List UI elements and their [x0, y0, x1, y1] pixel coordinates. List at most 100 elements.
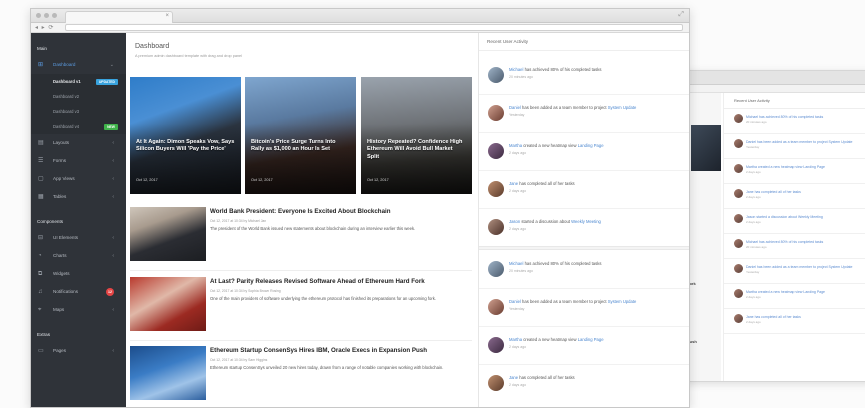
- article-thumbnail[interactable]: [130, 277, 206, 331]
- activity-user-link[interactable]: Michael: [509, 67, 523, 72]
- activity-item[interactable]: Jane has completed all of her tasks 2 day…: [479, 365, 689, 403]
- article-excerpt: The president of the World Bank issued n…: [210, 226, 416, 231]
- featured-title[interactable]: At It Again: Dimon Speaks Vow, Says Sili…: [136, 139, 235, 154]
- article-title[interactable]: World Bank President: Everyone Is Excite…: [210, 208, 391, 215]
- avatar[interactable]: [488, 219, 504, 235]
- sidebar-item-label: Notifications: [53, 289, 79, 294]
- sidebar-item-label: Tables: [53, 194, 67, 199]
- avatar[interactable]: [488, 337, 504, 353]
- activity-item[interactable]: Daniel has been added as a team member t…: [479, 289, 689, 327]
- window-icon: ▢: [38, 176, 44, 182]
- activity-item[interactable]: Daniel has been added as a team member t…: [479, 95, 689, 133]
- secondary-activity-panel: Recent User Activity Michael has achieve…: [723, 93, 865, 381]
- avatar[interactable]: [488, 261, 504, 277]
- sidebar-subitem-dashboard-v4[interactable]: Dashboard v4 NEW: [31, 119, 126, 134]
- featured-card[interactable]: At It Again: Dimon Speaks Vow, Says Sili…: [130, 77, 241, 194]
- activity-user-link[interactable]: Daniel: [509, 105, 521, 110]
- avatar: [734, 189, 743, 198]
- avatar[interactable]: [488, 143, 504, 159]
- secondary-activity-timestamp: 2 days ago: [746, 195, 761, 199]
- secondary-activity-item: Michael has achieved 80% of his complete…: [724, 109, 865, 134]
- sidebar-item-forms[interactable]: ☰ Forms ‹: [31, 152, 126, 170]
- sidebar-subitem-label: Dashboard v3: [53, 109, 80, 114]
- activity-target-link[interactable]: Landing Page: [578, 143, 604, 148]
- sidebar-item-notifications[interactable]: ♫ Notifications 12: [31, 283, 126, 301]
- activity-target-link[interactable]: System Update: [608, 299, 637, 304]
- activity-item[interactable]: Martha created a new heatmap view Landin…: [479, 133, 689, 171]
- url-input[interactable]: [65, 24, 683, 31]
- status-badge: UPDATED: [95, 79, 118, 85]
- sidebar-item-widgets[interactable]: ⧉ Widgets: [31, 265, 126, 283]
- activity-user-link[interactable]: Jane: [509, 181, 518, 186]
- avatar[interactable]: [488, 67, 504, 83]
- activity-target-link[interactable]: Weekly Meeting: [571, 219, 601, 224]
- chevron-left-icon: ‹: [112, 307, 114, 313]
- sidebar-item-pages[interactable]: ▭ Pages ‹: [31, 342, 126, 360]
- featured-date: Oct 12, 2017: [136, 178, 158, 182]
- secondary-activity-user: Jason: [746, 215, 756, 219]
- secondary-activity-item: Jane has completed all of her tasks 2 day…: [724, 309, 865, 334]
- featured-title[interactable]: Bitcoin's Price Surge Turns Into Rally a…: [251, 139, 350, 154]
- close-window-button[interactable]: [36, 13, 41, 18]
- article-item[interactable]: Ethereum Startup ConsenSys Hires IBM, Or…: [130, 346, 472, 406]
- activity-text: Martha created a new heatmap view Landin…: [509, 143, 604, 148]
- activity-target-link[interactable]: Landing Page: [578, 337, 604, 342]
- activity-timestamp: Yesterday: [509, 113, 525, 117]
- activity-item[interactable]: Martha created a new heatmap view Landin…: [479, 327, 689, 365]
- sidebar-item-maps[interactable]: ⌖ Maps ‹: [31, 301, 126, 319]
- secondary-activity-description: started a discussion about Weekly Meetin…: [755, 215, 823, 219]
- activity-description: created a new heatmap view: [522, 143, 578, 148]
- sidebar-item-dashboard[interactable]: ⊞ Dashboard ⌄: [31, 56, 126, 74]
- browser-tab[interactable]: ×: [65, 11, 173, 23]
- featured-title[interactable]: History Repeated? Confidence High Ethere…: [367, 139, 466, 161]
- activity-user-link[interactable]: Daniel: [509, 299, 521, 304]
- sidebar-subitem-dashboard-v2[interactable]: Dashboard v2: [31, 89, 126, 104]
- article-item[interactable]: World Bank President: Everyone Is Excite…: [130, 207, 472, 267]
- status-badge: NEW: [104, 124, 118, 130]
- sidebar-item-layouts[interactable]: ▤ Layouts ‹: [31, 134, 126, 152]
- sidebar-item-charts[interactable]: ◔ Charts ‹: [31, 247, 126, 265]
- avatar[interactable]: [488, 299, 504, 315]
- article-thumbnail[interactable]: [130, 207, 206, 261]
- article-item[interactable]: At Last? Parity Releases Revised Softwar…: [130, 277, 472, 337]
- secondary-activity-item: Michael has achieved 80% of his complete…: [724, 234, 865, 259]
- fullscreen-icon[interactable]: ⤢: [678, 11, 684, 19]
- grid-icon: ⊟: [38, 235, 44, 241]
- sidebar-subitem-dashboard-v3[interactable]: Dashboard v3: [31, 104, 126, 119]
- activity-user-link[interactable]: Martha: [509, 143, 522, 148]
- article-thumbnail[interactable]: [130, 346, 206, 400]
- sidebar-item-ui-elements[interactable]: ⊟ UI Elements ‹: [31, 229, 126, 247]
- activity-item[interactable]: Jason started a discussion about Weekly …: [479, 209, 689, 247]
- featured-card[interactable]: Bitcoin's Price Surge Turns Into Rally a…: [245, 77, 356, 194]
- chevron-left-icon: ‹: [112, 140, 114, 146]
- sidebar-item-app-views[interactable]: ▢ App Views ‹: [31, 170, 126, 188]
- secondary-activity-timestamp: Yesterday: [746, 145, 760, 149]
- minimize-window-button[interactable]: [44, 13, 49, 18]
- secondary-activity-description: has completed all of her tasks: [753, 315, 801, 319]
- pages-icon: ▭: [38, 348, 44, 354]
- avatar[interactable]: [488, 105, 504, 121]
- activity-item[interactable]: Michael has achieved 80% of his complete…: [479, 57, 689, 95]
- secondary-browser-window: Fork Push Recent User Activity Michael h…: [672, 70, 865, 382]
- activity-user-link[interactable]: Jane: [509, 375, 518, 380]
- chevron-left-icon: ‹: [112, 235, 114, 241]
- activity-target-link[interactable]: System Update: [608, 105, 637, 110]
- avatar[interactable]: [488, 375, 504, 391]
- secondary-activity-text: Jane has completed all of her tasks: [746, 315, 801, 319]
- article-title[interactable]: Ethereum Startup ConsenSys Hires IBM, Or…: [210, 347, 427, 354]
- close-icon[interactable]: ×: [165, 13, 169, 19]
- activity-item[interactable]: Jane has completed all of her tasks 2 day…: [479, 171, 689, 209]
- maximize-window-button[interactable]: [52, 13, 57, 18]
- avatar[interactable]: [488, 181, 504, 197]
- activity-user-link[interactable]: Jason: [509, 219, 520, 224]
- nav-arrows-icon[interactable]: ◂ ▸ ⟳: [35, 24, 54, 31]
- activity-user-link[interactable]: Michael: [509, 261, 523, 266]
- activity-item[interactable]: Michael has achieved 80% of his complete…: [479, 251, 689, 289]
- avatar: [734, 139, 743, 148]
- featured-card[interactable]: History Repeated? Confidence High Ethere…: [361, 77, 472, 194]
- sidebar-item-tables[interactable]: ▦ Tables ‹: [31, 188, 126, 206]
- sidebar-subitem-dashboard-v1[interactable]: Dashboard v1 UPDATED: [31, 74, 126, 89]
- activity-user-link[interactable]: Martha: [509, 337, 522, 342]
- article-title[interactable]: At Last? Parity Releases Revised Softwar…: [210, 278, 425, 285]
- secondary-activity-item: Martha created a new heatmap view Landin…: [724, 284, 865, 309]
